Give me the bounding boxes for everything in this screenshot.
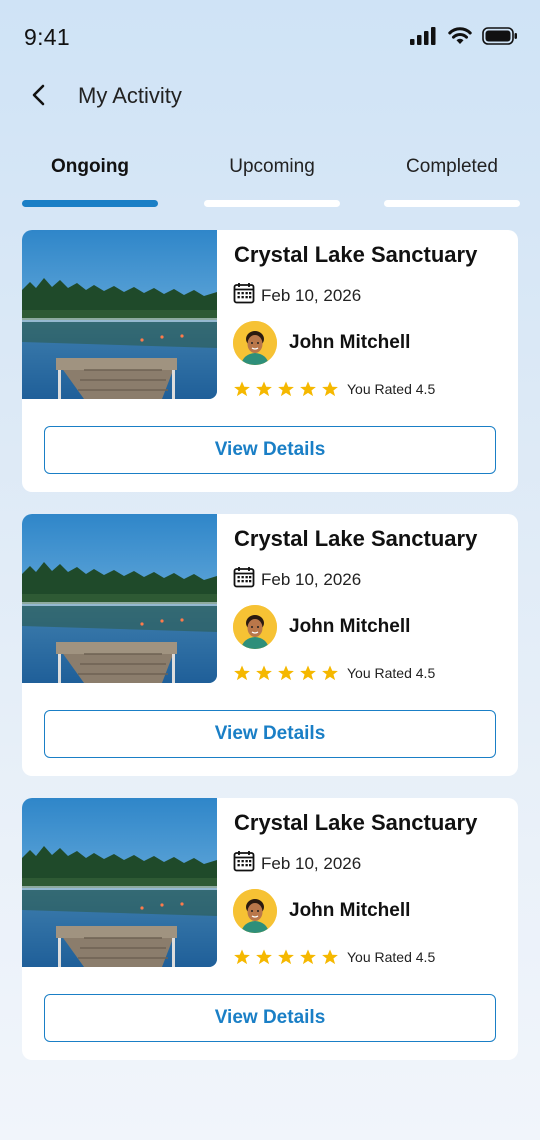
star-rating (233, 664, 339, 682)
activity-card: Crystal Lake Sanctuary Feb 10, 2026 John… (22, 230, 518, 492)
activity-card: Crystal Lake Sanctuary Feb 10, 2026 John… (22, 514, 518, 776)
star-rating (233, 380, 339, 398)
rating-text: You Rated 4.5 (347, 381, 436, 397)
date-row: Feb 10, 2026 (233, 282, 361, 309)
header: My Activity (0, 72, 540, 120)
tab-label: Ongoing (50, 156, 130, 177)
star-icon (299, 380, 317, 398)
calendar-icon (233, 850, 255, 877)
rating-row: You Rated 4.5 (233, 380, 435, 398)
host-row: John Mitchell (233, 321, 410, 365)
star-icon (277, 948, 295, 966)
date-text: Feb 10, 2026 (261, 285, 362, 305)
activity-card: Crystal Lake Sanctuary Feb 10, 2026 John… (22, 798, 518, 1060)
date-text: Feb 10, 2026 (261, 569, 362, 589)
star-icon (321, 664, 339, 682)
host-name: John Mitchell (289, 900, 411, 921)
star-icon (233, 664, 251, 682)
card-title: Crystal Lake Sanctuary (234, 810, 478, 835)
view-details-button[interactable]: View Details (44, 426, 496, 474)
view-details-button[interactable]: View Details (44, 994, 496, 1042)
star-icon (277, 664, 295, 682)
star-rating (233, 948, 339, 966)
star-icon (255, 948, 273, 966)
tab-label: Completed (406, 156, 498, 177)
star-icon (255, 664, 273, 682)
tab-bar: Ongoing Upcoming Completed (22, 150, 520, 210)
star-icon (299, 664, 317, 682)
avatar (233, 889, 277, 933)
wifi-icon (448, 27, 472, 50)
avatar (233, 321, 277, 365)
star-icon (321, 380, 339, 398)
calendar-icon (233, 566, 255, 593)
tab-indicator (384, 200, 520, 207)
signal-icon (410, 27, 438, 50)
tab-indicator (22, 200, 158, 207)
rating-row: You Rated 4.5 (233, 948, 435, 966)
star-icon (321, 948, 339, 966)
tab-ongoing[interactable]: Ongoing (22, 150, 158, 210)
date-row: Feb 10, 2026 (233, 566, 361, 593)
lake-image (22, 230, 217, 399)
rating-text: You Rated 4.5 (347, 665, 436, 681)
host-name: John Mitchell (289, 332, 411, 353)
lake-image (22, 798, 217, 967)
tab-upcoming[interactable]: Upcoming (204, 150, 340, 210)
host-name: John Mitchell (289, 616, 411, 637)
back-arrow-icon (31, 83, 47, 112)
status-icons (410, 27, 518, 50)
date-text: Feb 10, 2026 (261, 853, 362, 873)
lake-image (22, 514, 217, 683)
host-row: John Mitchell (233, 889, 410, 933)
battery-icon (482, 27, 518, 50)
tab-completed[interactable]: Completed (384, 150, 520, 210)
back-button[interactable] (24, 82, 54, 112)
date-row: Feb 10, 2026 (233, 850, 361, 877)
star-icon (277, 380, 295, 398)
status-bar: 9:41 (0, 0, 540, 72)
rating-text: You Rated 4.5 (347, 949, 436, 965)
avatar (233, 605, 277, 649)
star-icon (299, 948, 317, 966)
rating-row: You Rated 4.5 (233, 664, 435, 682)
tab-label: Upcoming (229, 156, 315, 177)
card-title: Crystal Lake Sanctuary (234, 242, 478, 267)
view-details-button[interactable]: View Details (44, 710, 496, 758)
tab-indicator (204, 200, 340, 207)
star-icon (233, 380, 251, 398)
page-title: My Activity (78, 83, 182, 108)
star-icon (255, 380, 273, 398)
card-title: Crystal Lake Sanctuary (234, 526, 478, 551)
star-icon (233, 948, 251, 966)
status-time: 9:41 (24, 24, 70, 50)
host-row: John Mitchell (233, 605, 410, 649)
calendar-icon (233, 282, 255, 309)
